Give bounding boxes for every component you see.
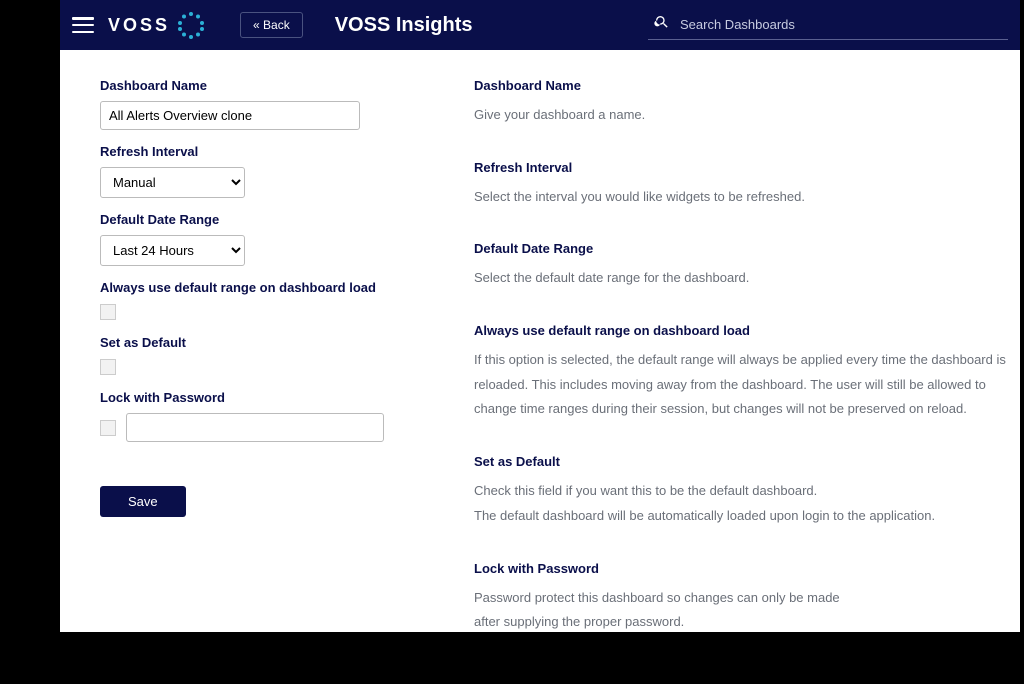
default-date-range-select[interactable]: Last 24 Hours: [100, 235, 245, 266]
help-column: Dashboard Name Give your dashboard a nam…: [474, 78, 1020, 632]
help-dashboard-name-title: Dashboard Name: [474, 78, 1008, 93]
app-header: VOSS « Back VOSS Insights: [60, 0, 1020, 50]
lock-password-input[interactable]: [126, 413, 384, 442]
help-dashboard-name-text: Give your dashboard a name.: [474, 103, 1008, 128]
lock-password-label: Lock with Password: [100, 390, 384, 405]
always-use-default-label: Always use default range on dashboard lo…: [100, 280, 384, 295]
back-button[interactable]: « Back: [240, 12, 303, 38]
menu-icon[interactable]: [72, 17, 94, 33]
search-box[interactable]: [648, 10, 1008, 40]
form-column: Dashboard Name Refresh Interval Manual D…: [100, 78, 384, 632]
help-set-as-default-line1: Check this field if you want this to be …: [474, 479, 1008, 504]
dashboard-name-input[interactable]: [100, 101, 360, 130]
refresh-interval-select[interactable]: Manual: [100, 167, 245, 198]
help-lock-password-line1: Password protect this dashboard so chang…: [474, 586, 1008, 611]
lock-password-checkbox[interactable]: [100, 420, 116, 436]
search-icon: [654, 14, 680, 35]
default-date-range-label: Default Date Range: [100, 212, 384, 227]
logo-text: VOSS: [108, 15, 170, 36]
set-as-default-label: Set as Default: [100, 335, 384, 350]
set-as-default-checkbox[interactable]: [100, 359, 116, 375]
help-default-date-range-title: Default Date Range: [474, 241, 1008, 256]
search-input[interactable]: [680, 17, 1002, 32]
logo: VOSS: [108, 10, 206, 40]
help-set-as-default-line2: The default dashboard will be automatica…: [474, 504, 1008, 529]
page-title: VOSS Insights: [335, 14, 473, 37]
dashboard-name-label: Dashboard Name: [100, 78, 384, 93]
save-button[interactable]: Save: [100, 486, 186, 517]
help-lock-password-title: Lock with Password: [474, 561, 1008, 576]
help-lock-password-line2: after supplying the proper password.: [474, 610, 1008, 632]
help-default-date-range-text: Select the default date range for the da…: [474, 266, 1008, 291]
refresh-interval-label: Refresh Interval: [100, 144, 384, 159]
help-always-use-default-title: Always use default range on dashboard lo…: [474, 323, 1008, 338]
help-refresh-interval-title: Refresh Interval: [474, 160, 1008, 175]
logo-icon: [176, 10, 206, 40]
help-refresh-interval-text: Select the interval you would like widge…: [474, 185, 1008, 210]
always-use-default-checkbox[interactable]: [100, 304, 116, 320]
help-set-as-default-title: Set as Default: [474, 454, 1008, 469]
help-always-use-default-text: If this option is selected, the default …: [474, 348, 1008, 422]
